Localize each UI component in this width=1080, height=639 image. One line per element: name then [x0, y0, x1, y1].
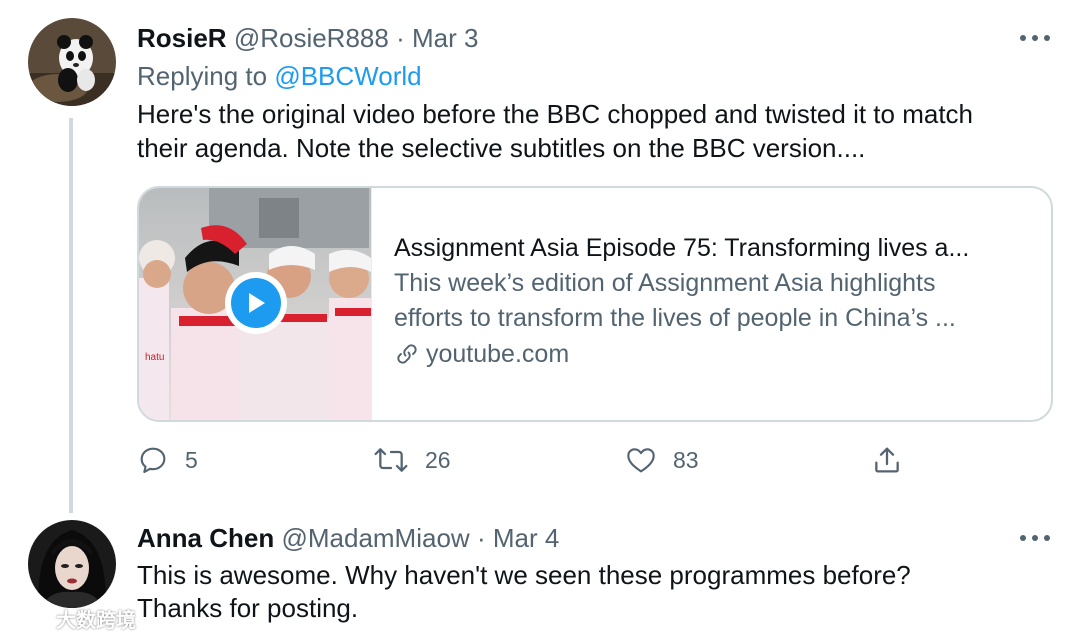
card-description: This week’s edition of Assignment Asia h…: [394, 266, 1034, 336]
card-description-line: efforts to transform the lives of people…: [394, 304, 956, 332]
watermark: 大数跨境: [8, 604, 136, 633]
tweet-rosier[interactable]: RosieR @RosieR888 · Mar 3 Replying to @B…: [0, 0, 1080, 513]
card-title: Assignment Asia Episode 75: Transforming…: [394, 234, 970, 262]
tweet-anna-chen[interactable]: Anna Chen @MadamMiaow · Mar 4 This is aw…: [0, 510, 1080, 639]
replying-to-link[interactable]: @BBCWorld: [274, 61, 421, 91]
share-button[interactable]: [871, 442, 903, 478]
display-name[interactable]: RosieR: [137, 23, 227, 53]
video-thumbnail[interactable]: hatu: [139, 188, 372, 420]
reply-icon: [140, 447, 166, 474]
replying-to: Replying to @BBCWorld: [137, 60, 422, 92]
avatar[interactable]: [28, 18, 116, 106]
separator-dot: ·: [396, 23, 405, 53]
tweet-text: This is awesome. Why haven't we seen the…: [137, 559, 1057, 625]
watermark-logo-icon: [8, 609, 52, 628]
tweet-date[interactable]: Mar 3: [412, 23, 478, 53]
tweet-date[interactable]: Mar 4: [493, 523, 559, 553]
tweet-text: Here's the original video before the BBC…: [137, 97, 1057, 165]
play-icon[interactable]: [225, 272, 287, 334]
user-handle[interactable]: @RosieR888: [234, 23, 389, 53]
like-icon: [627, 448, 655, 473]
link-icon: [397, 344, 417, 364]
card-text: Assignment Asia Episode 75: Transforming…: [394, 230, 1034, 372]
tweet-text-line: Thanks for posting.: [137, 593, 359, 623]
user-handle[interactable]: @MadamMiaow: [281, 523, 469, 553]
svg-text:hatu: hatu: [145, 352, 164, 363]
retweet-count: 26: [425, 446, 451, 473]
card-description-line: This week’s edition of Assignment Asia h…: [394, 269, 936, 297]
separator-dot: ·: [476, 523, 486, 553]
link-card[interactable]: hatu Assignment Asia Episode 75: Transfo…: [137, 186, 1053, 422]
card-domain-text: youtube.com: [426, 340, 570, 368]
retweet-icon: [374, 448, 408, 472]
share-icon: [875, 447, 899, 473]
tweet-header: Anna Chen @MadamMiaow · Mar 4: [137, 522, 559, 554]
more-icon[interactable]: [1020, 533, 1050, 543]
like-button[interactable]: 83: [625, 442, 699, 478]
avatar[interactable]: [28, 520, 116, 608]
tweet-text-line: Here's the original video before the BBC…: [137, 99, 973, 129]
tweet-text-line: their agenda. Note the selective subtitl…: [137, 133, 866, 163]
reply-button[interactable]: 5: [137, 442, 198, 478]
watermark-text: 大数跨境: [56, 610, 136, 632]
more-icon[interactable]: [1020, 33, 1050, 43]
reply-count: 5: [185, 446, 198, 473]
thread-line: [69, 118, 73, 513]
tweet-actions: 5 26 83: [137, 442, 917, 478]
tweet-header: RosieR @RosieR888 · Mar 3: [137, 22, 478, 54]
retweet-button[interactable]: 26: [373, 442, 451, 478]
card-domain: youtube.com: [394, 336, 1034, 372]
display-name[interactable]: Anna Chen: [137, 523, 274, 553]
tweet-text-line: This is awesome. Why haven't we seen the…: [137, 560, 911, 590]
like-count: 83: [673, 446, 699, 473]
replying-prefix: Replying to: [137, 61, 275, 91]
